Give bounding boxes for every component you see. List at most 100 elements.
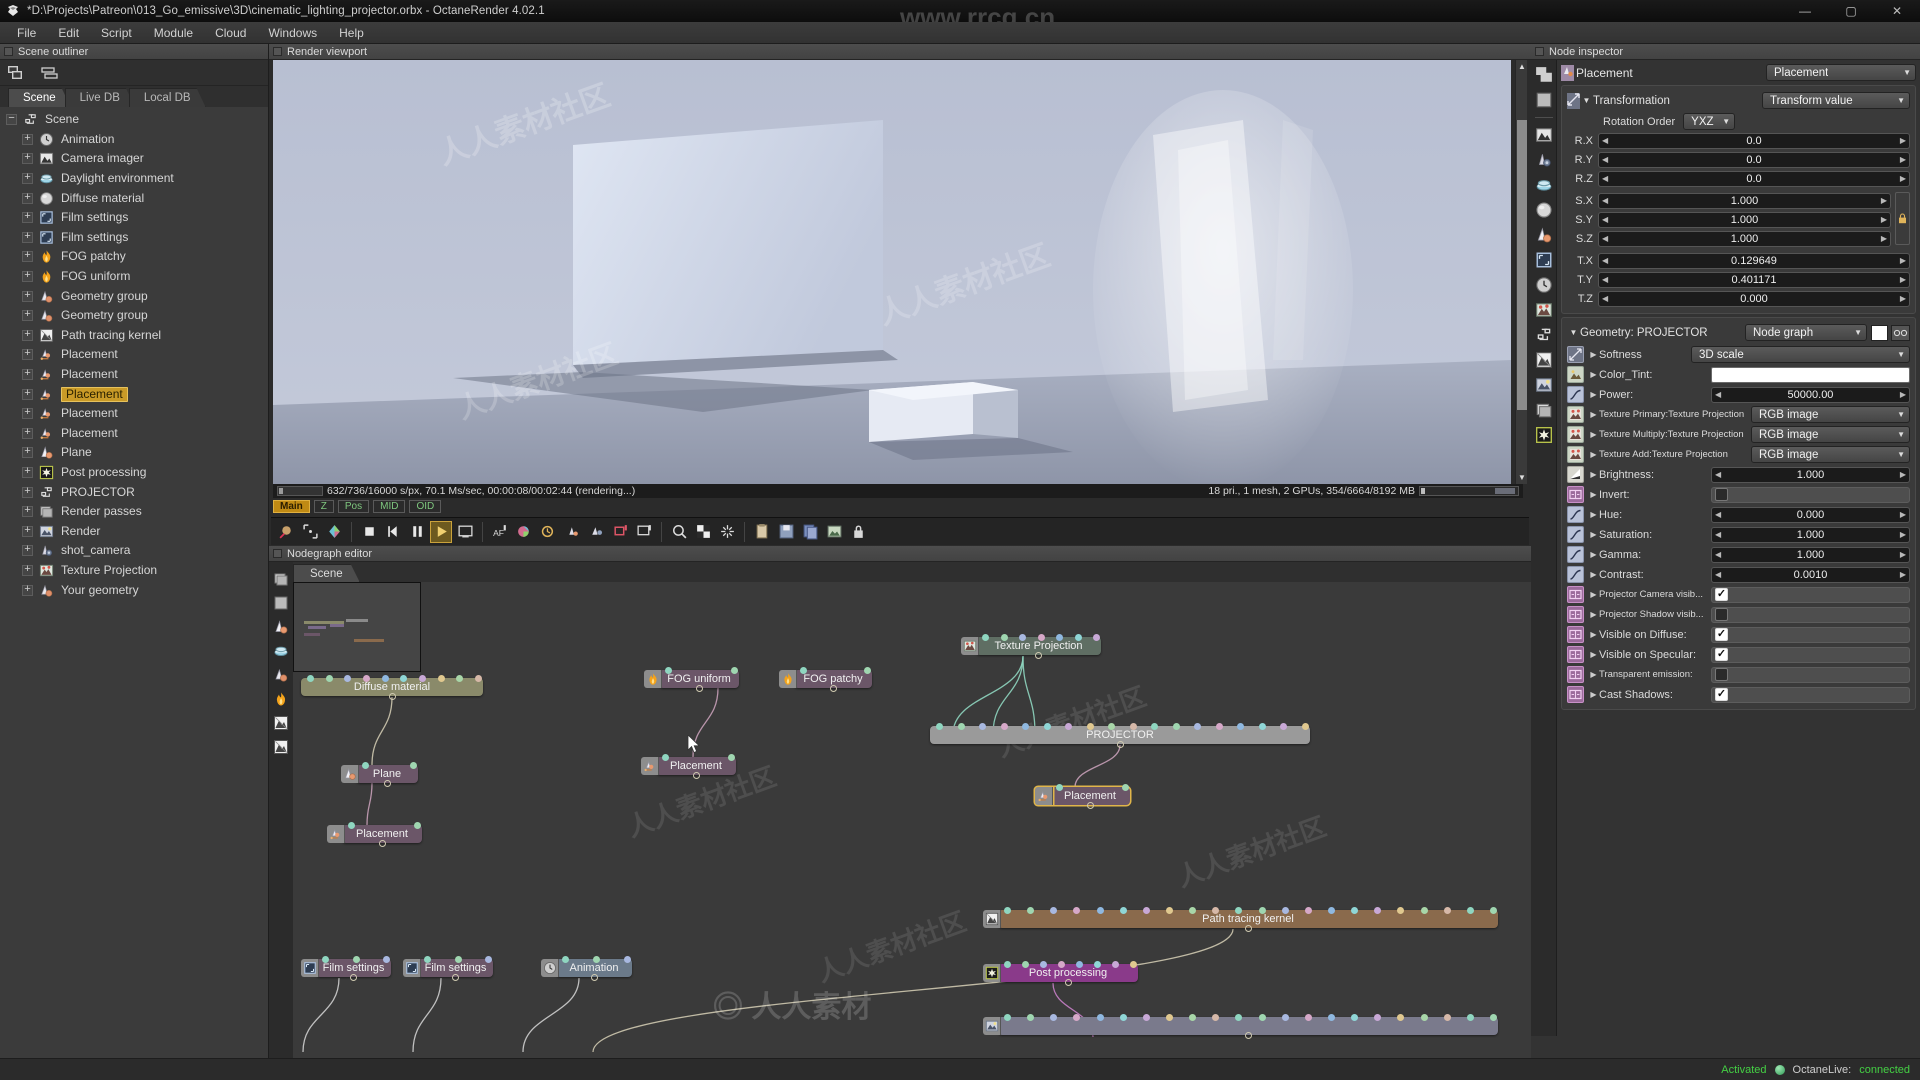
param-slider-8[interactable]: ◀ 0.000 ▶ xyxy=(1711,506,1910,523)
node-input-pin[interactable] xyxy=(362,761,369,769)
node-input-pin[interactable] xyxy=(1258,722,1266,730)
node-input-pin[interactable] xyxy=(1490,906,1497,914)
node-input-pin[interactable] xyxy=(1397,906,1405,914)
node-input-pin[interactable] xyxy=(979,722,987,730)
node-output-pin[interactable] xyxy=(1244,924,1252,932)
transform-slider-sy[interactable]: ◀ 1.000 ▶ xyxy=(1598,211,1891,228)
node-input-pin[interactable] xyxy=(1172,722,1180,730)
menu-windows[interactable]: Windows xyxy=(257,24,328,42)
param-color-wrap-1[interactable] xyxy=(1711,366,1910,383)
clock-lock-icon[interactable] xyxy=(537,521,559,543)
checker-icon[interactable] xyxy=(692,521,714,543)
increment-icon[interactable]: ▶ xyxy=(1900,390,1906,399)
node-input-pin[interactable] xyxy=(1004,1013,1011,1021)
increment-icon[interactable]: ▶ xyxy=(1900,530,1906,539)
list-icon[interactable] xyxy=(1534,90,1554,110)
tree-item-fog-patchy[interactable]: + FOG patchy xyxy=(0,247,268,267)
menu-script[interactable]: Script xyxy=(90,24,143,42)
expand-triangle-icon[interactable]: ▶ xyxy=(1588,390,1599,399)
node-input-pin[interactable] xyxy=(562,955,569,963)
node-input-pin[interactable] xyxy=(1443,906,1451,914)
texture-icon[interactable] xyxy=(1534,300,1554,320)
node-input-pin[interactable] xyxy=(1490,1013,1497,1021)
kernel-icon[interactable] xyxy=(1534,350,1554,370)
expander-icon[interactable]: + xyxy=(22,486,33,498)
expander-icon[interactable]: + xyxy=(22,466,33,478)
grid-icon[interactable] xyxy=(272,570,290,588)
node-input-pin[interactable] xyxy=(1466,1013,1474,1021)
tree-item-placement[interactable]: + Placement xyxy=(0,404,268,424)
node-input-pin[interactable] xyxy=(1019,633,1026,641)
node-post-processing[interactable]: Post processing xyxy=(983,960,1138,986)
aov-pos[interactable]: Pos xyxy=(337,500,370,513)
node-input-pin[interactable] xyxy=(383,955,390,963)
transform-slider-ry[interactable]: ◀ 0.0 ▶ xyxy=(1598,151,1910,168)
increment-icon[interactable]: ▶ xyxy=(1900,510,1906,519)
node-input-pin[interactable] xyxy=(400,674,408,682)
node-input-pin[interactable] xyxy=(424,955,431,963)
tab-scene[interactable]: Scene xyxy=(8,88,71,107)
expander-icon[interactable]: + xyxy=(22,427,33,439)
panel-handle-icon[interactable] xyxy=(273,549,282,558)
node-projector[interactable]: PROJECTOR xyxy=(930,722,1310,748)
node-input-pin[interactable] xyxy=(982,633,989,641)
expander-icon[interactable]: + xyxy=(22,506,33,518)
node-input-pin[interactable] xyxy=(1304,1013,1312,1021)
param-checkbox-wrap-15[interactable] xyxy=(1711,646,1910,663)
node-input-pin[interactable] xyxy=(1056,633,1063,641)
tree-item-render[interactable]: + Render xyxy=(0,521,268,541)
node-input-pin[interactable] xyxy=(665,666,672,674)
param-checkbox[interactable] xyxy=(1715,628,1728,641)
tree-item-post-processing[interactable]: + Post processing xyxy=(0,463,268,483)
expander-icon[interactable]: + xyxy=(22,408,33,420)
tree-item-camera-imager[interactable]: + Camera imager xyxy=(0,149,268,169)
node-input-pin[interactable] xyxy=(1040,960,1047,968)
param-checkbox-wrap-13[interactable] xyxy=(1711,606,1910,623)
expander-icon[interactable]: + xyxy=(22,349,33,361)
node-input-pin[interactable] xyxy=(1073,906,1081,914)
tree-item-shot-camera[interactable]: + shot_camera xyxy=(0,541,268,561)
color-pick-icon[interactable] xyxy=(323,521,345,543)
param-checkbox-wrap-17[interactable] xyxy=(1711,686,1910,703)
noise-icon[interactable] xyxy=(272,594,290,612)
node-output-pin[interactable] xyxy=(388,692,396,700)
node-input-pin[interactable] xyxy=(381,674,389,682)
decrement-icon[interactable]: ◀ xyxy=(1602,196,1608,205)
expander-icon[interactable]: + xyxy=(22,271,33,283)
node-input-pin[interactable] xyxy=(1142,1013,1150,1021)
increment-icon[interactable]: ▶ xyxy=(1900,570,1906,579)
node-output-pin[interactable] xyxy=(1086,801,1094,809)
menu-cloud[interactable]: Cloud xyxy=(204,24,257,42)
expand-triangle-icon[interactable]: ▶ xyxy=(1588,650,1599,659)
expander-icon[interactable]: + xyxy=(22,310,33,322)
viewport-scrollbar[interactable]: ▲ ▼ xyxy=(1515,60,1527,484)
node-input-pin[interactable] xyxy=(348,821,355,829)
param-slider-10[interactable]: ◀ 1.000 ▶ xyxy=(1711,546,1910,563)
focus-picker-icon[interactable] xyxy=(275,521,297,543)
node-input-pin[interactable] xyxy=(728,753,735,761)
expand-triangle-icon[interactable]: ▶ xyxy=(1588,410,1599,419)
node-input-pin[interactable] xyxy=(307,674,314,682)
sparkle-icon[interactable] xyxy=(716,521,738,543)
tree-item-geometry-group[interactable]: + Geometry group xyxy=(0,306,268,326)
node-input-pin[interactable] xyxy=(936,722,943,730)
expander-icon[interactable]: + xyxy=(22,369,33,381)
node-input-pin[interactable] xyxy=(1096,1013,1104,1021)
tree-item-animation[interactable]: + Animation xyxy=(0,130,268,150)
node-placement[interactable]: Placement xyxy=(327,821,422,847)
node-input-pin[interactable] xyxy=(593,955,600,963)
expand-triangle-icon[interactable]: ▶ xyxy=(1588,550,1599,559)
node-input-pin[interactable] xyxy=(1212,1013,1220,1021)
node-input-pin[interactable] xyxy=(1151,722,1159,730)
increment-icon[interactable]: ▶ xyxy=(1900,275,1906,284)
menu-module[interactable]: Module xyxy=(143,24,204,42)
node-input-pin[interactable] xyxy=(363,674,370,682)
tree-item-texture-projection[interactable]: + Texture Projection xyxy=(0,561,268,581)
node-input-pin[interactable] xyxy=(957,722,965,730)
stop-icon[interactable] xyxy=(358,521,380,543)
node-input-pin[interactable] xyxy=(419,674,426,682)
camera-icon[interactable] xyxy=(1534,150,1554,170)
node-output-pin[interactable] xyxy=(829,684,837,692)
node-input-pin[interactable] xyxy=(1058,960,1065,968)
node-film-settings[interactable]: Film settings xyxy=(403,955,493,981)
